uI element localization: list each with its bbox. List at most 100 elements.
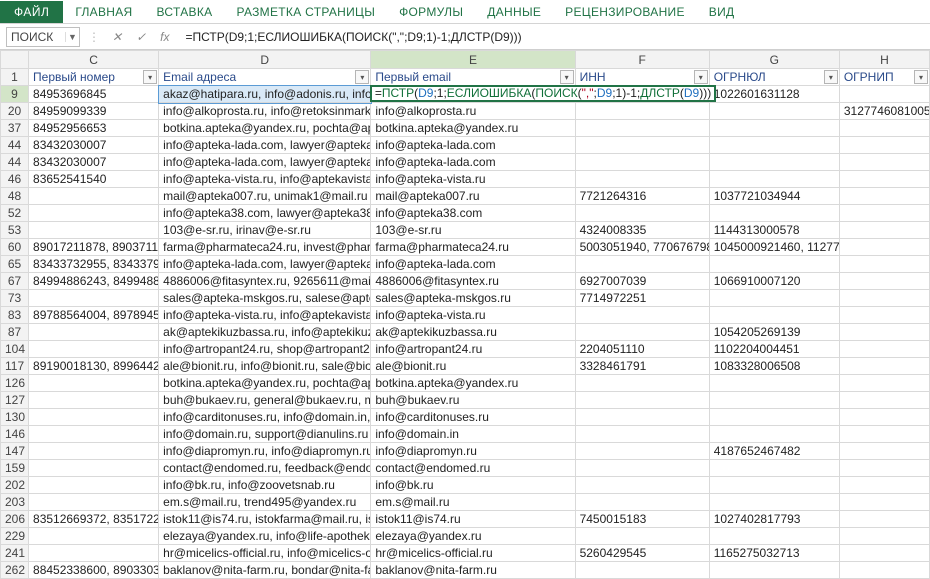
cell[interactable]: botkina.apteka@yandex.ru, pochta@apt xyxy=(159,375,371,392)
cell[interactable]: 103@e-sr.ru, irinav@e-sr.ru xyxy=(159,222,371,239)
cell[interactable] xyxy=(709,120,839,137)
cell[interactable] xyxy=(709,154,839,171)
cell[interactable]: info@bk.ru, info@zoovetsnab.ru xyxy=(159,477,371,494)
cell[interactable]: info@apteka38.com xyxy=(371,205,575,222)
cell[interactable] xyxy=(29,222,159,239)
cell[interactable] xyxy=(839,426,929,443)
row-number[interactable]: 87 xyxy=(1,324,29,341)
cell[interactable]: 103@e-sr.ru xyxy=(371,222,575,239)
cell[interactable] xyxy=(29,205,159,222)
tab-page-layout[interactable]: РАЗМЕТКА СТРАНИЦЫ xyxy=(224,1,387,23)
cell[interactable]: botkina.apteka@yandex.ru xyxy=(371,120,575,137)
cell[interactable]: 83433732955, 83433790721, xyxy=(29,256,159,273)
cell[interactable] xyxy=(29,375,159,392)
cell[interactable]: botkina.apteka@yandex.ru xyxy=(371,375,575,392)
cell[interactable]: 89017211878, 89037118689, xyxy=(29,239,159,256)
col-header-D[interactable]: D xyxy=(159,51,371,69)
cell[interactable] xyxy=(709,460,839,477)
tab-formulas[interactable]: ФОРМУЛЫ xyxy=(387,1,475,23)
cell[interactable]: info@alkoprosta.ru xyxy=(371,103,575,120)
cell[interactable]: 1066910007120 xyxy=(709,273,839,290)
tab-file[interactable]: ФАЙЛ xyxy=(0,1,63,23)
cell[interactable]: mail@apteka007.ru xyxy=(371,188,575,205)
cell[interactable]: 5260429545 xyxy=(575,545,709,562)
filter-button[interactable]: ▾ xyxy=(824,70,838,84)
cell[interactable]: baklanov@nita-farm.ru xyxy=(371,562,575,579)
row-number[interactable]: 67 xyxy=(1,273,29,290)
cell[interactable] xyxy=(709,103,839,120)
cell[interactable] xyxy=(709,426,839,443)
filter-button[interactable]: ▾ xyxy=(355,70,369,84)
col-header-F[interactable]: F xyxy=(575,51,709,69)
cell[interactable] xyxy=(839,460,929,477)
cell[interactable] xyxy=(839,562,929,579)
cell[interactable]: 1022601631128 xyxy=(709,86,839,103)
cell[interactable] xyxy=(839,511,929,528)
cell[interactable]: 83432030007 xyxy=(29,137,159,154)
cell[interactable]: 1045000921460, 1127746007839, 1147746502… xyxy=(709,239,839,256)
cell[interactable]: info@alkoprosta.ru, info@retoksinmark xyxy=(159,103,371,120)
cell[interactable]: info@artropant24.ru, shop@artropant2 xyxy=(159,341,371,358)
cell[interactable] xyxy=(839,188,929,205)
name-box-dropdown[interactable]: ▼ xyxy=(65,32,79,42)
cell[interactable]: akaz@hatipara.ru, info@adonis.ru, infod xyxy=(159,86,371,103)
cell[interactable]: info@apteka-lada.com, lawyer@apteka- xyxy=(159,154,371,171)
cell[interactable] xyxy=(575,103,709,120)
filter-button[interactable]: ▾ xyxy=(143,70,157,84)
row-number[interactable]: 73 xyxy=(1,290,29,307)
cell[interactable] xyxy=(839,137,929,154)
cancel-button[interactable]: ✕ xyxy=(108,30,126,44)
cell[interactable] xyxy=(839,358,929,375)
cell[interactable] xyxy=(839,545,929,562)
cell[interactable]: sales@apteka-mskgos.ru, salese@aptek xyxy=(159,290,371,307)
cell[interactable] xyxy=(709,392,839,409)
cell[interactable] xyxy=(29,545,159,562)
cell[interactable]: info@apteka-vista.ru xyxy=(371,171,575,188)
fx-button[interactable]: fx xyxy=(156,30,173,44)
cell[interactable] xyxy=(575,137,709,154)
cell[interactable]: ale@bionit.ru, info@bionit.ru, sale@bio xyxy=(159,358,371,375)
cell[interactable]: hr@micelics-official.ru, info@micelics-o xyxy=(159,545,371,562)
cell[interactable] xyxy=(575,324,709,341)
cell[interactable]: info@apteka-vista.ru, info@aptekavista. xyxy=(159,307,371,324)
cell[interactable] xyxy=(839,290,929,307)
cell[interactable]: 84952956653 xyxy=(29,120,159,137)
row-number[interactable]: 65 xyxy=(1,256,29,273)
cell[interactable] xyxy=(839,375,929,392)
row-number[interactable]: 104 xyxy=(1,341,29,358)
cell[interactable]: istok11@is74.ru, istokfarma@mail.ru, ist xyxy=(159,511,371,528)
cell[interactable] xyxy=(709,528,839,545)
cell[interactable] xyxy=(575,494,709,511)
cell[interactable] xyxy=(29,477,159,494)
cell[interactable]: elezaya@yandex.ru, info@life-apotheke xyxy=(159,528,371,545)
col-header-E[interactable]: E xyxy=(371,51,575,69)
cell[interactable]: info@artropant24.ru xyxy=(371,341,575,358)
cell[interactable]: 312774608100555 xyxy=(839,103,929,120)
cell[interactable]: info@apteka-lada.com, lawyer@apteka- xyxy=(159,256,371,273)
cell[interactable] xyxy=(575,443,709,460)
cell[interactable] xyxy=(29,494,159,511)
cell[interactable] xyxy=(839,239,929,256)
row-number[interactable]: 60 xyxy=(1,239,29,256)
tab-review[interactable]: РЕЦЕНЗИРОВАНИЕ xyxy=(553,1,697,23)
cell[interactable]: 3328461791 xyxy=(575,358,709,375)
cell[interactable] xyxy=(839,477,929,494)
cell[interactable]: 88452338600, 89033034430, xyxy=(29,562,159,579)
col-header-H[interactable]: H xyxy=(839,51,929,69)
tab-home[interactable]: ГЛАВНАЯ xyxy=(63,1,144,23)
name-box[interactable]: ▼ xyxy=(6,27,80,47)
cell[interactable]: istok11@is74.ru xyxy=(371,511,575,528)
spreadsheet-table[interactable]: CDEFGH 1Первый номер▾Email адреса▾Первый… xyxy=(0,50,930,579)
cell[interactable]: ak@aptekikuzbassa.ru xyxy=(371,324,575,341)
cell[interactable]: 5003051940, 7706767989, 7 xyxy=(575,239,709,256)
row-number[interactable]: 37 xyxy=(1,120,29,137)
cell[interactable]: 4886006@fitasyntex.ru, 9265611@mail.r xyxy=(159,273,371,290)
tab-insert[interactable]: ВСТАВКА xyxy=(145,1,225,23)
enter-button[interactable]: ✓ xyxy=(132,30,150,44)
filter-button[interactable]: ▾ xyxy=(694,70,708,84)
cell[interactable] xyxy=(709,137,839,154)
cell[interactable]: sales@apteka-mskgos.ru xyxy=(371,290,575,307)
row-number[interactable]: 147 xyxy=(1,443,29,460)
cell[interactable] xyxy=(839,409,929,426)
cell[interactable]: 1102204004451 xyxy=(709,341,839,358)
